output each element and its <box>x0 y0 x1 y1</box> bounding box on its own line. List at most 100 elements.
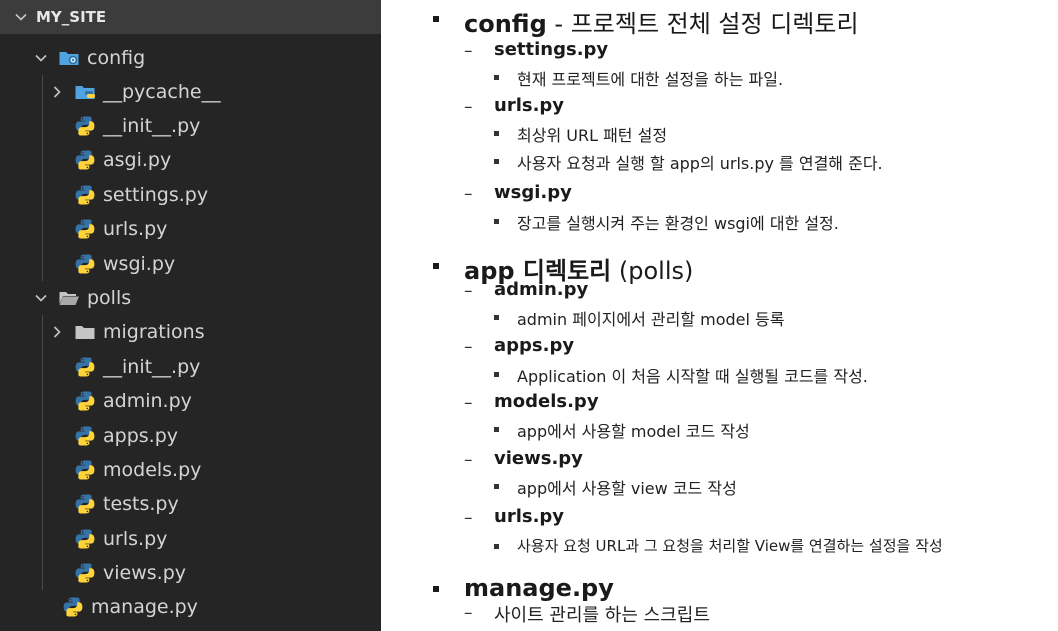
dash: – <box>464 184 473 204</box>
note-item-name: admin.py <box>494 279 589 300</box>
bullet <box>433 16 439 22</box>
python-icon <box>74 528 96 550</box>
folder-config-icon <box>58 47 80 69</box>
chevron-down-icon <box>34 51 48 65</box>
python-icon <box>74 184 96 206</box>
chevron-right-icon <box>50 325 64 339</box>
tree-item-file[interactable]: __init__.py <box>0 350 381 384</box>
note-item-name: wsgi.py <box>494 182 572 203</box>
python-icon <box>74 218 96 240</box>
bullet <box>494 315 499 320</box>
tree-item-label: apps.py <box>103 425 179 447</box>
python-icon <box>74 425 96 447</box>
dash: – <box>464 97 473 117</box>
python-icon <box>62 596 84 618</box>
note-item-name: views.py <box>494 448 583 469</box>
tree-item-label: polls <box>87 287 132 309</box>
chevron-down-icon <box>14 10 28 24</box>
tree-item-label: manage.py <box>91 596 198 618</box>
tree-item-label: models.py <box>103 459 202 481</box>
python-icon <box>74 493 96 515</box>
folder-python-icon <box>74 81 96 103</box>
notes-panel: config - 프로젝트 전체 설정 디렉토리 – settings.py 현… <box>381 0 1058 631</box>
tree-item-file[interactable]: settings.py <box>0 178 381 212</box>
dash: – <box>464 508 473 528</box>
note-item-name: urls.py <box>494 95 565 116</box>
bullet <box>433 263 439 269</box>
bullet <box>494 484 499 489</box>
note-detail-text: 최상위 URL 패턴 설정 <box>517 126 668 145</box>
chevron-right-icon <box>50 85 64 99</box>
tree-item-migrations-folder[interactable]: migrations <box>0 315 381 349</box>
chevron-down-icon <box>34 291 48 305</box>
tree-item-label: settings.py <box>103 184 209 206</box>
folder-icon <box>74 321 96 343</box>
tree-item-label: urls.py <box>103 528 168 550</box>
dash: – <box>464 281 473 301</box>
workspace-title: MY_SITE <box>36 8 107 26</box>
python-icon <box>74 149 96 171</box>
tree-item-file[interactable]: admin.py <box>0 384 381 418</box>
note-item-name: apps.py <box>494 335 575 356</box>
note-detail-text: 사이트 관리를 하는 스크립트 <box>494 605 710 626</box>
note-detail-text: 현재 프로젝트에 대한 설정을 하는 파일. <box>517 70 784 89</box>
note-detail-text: 사용자 요청과 실행 할 app의 urls.py 를 연결해 준다. <box>517 154 883 173</box>
tree-item-label: __pycache__ <box>103 81 221 103</box>
note-detail-text: 사용자 요청 URL과 그 요청을 처리할 View를 연결하는 설정을 작성 <box>517 537 943 555</box>
dash: – <box>464 337 473 357</box>
file-explorer: MY_SITE config __pycache__ __init__.py a… <box>0 0 381 631</box>
note-heading-desc: - 프로젝트 전체 설정 디렉토리 <box>546 10 859 38</box>
note-detail-text: Application 이 처음 시작할 때 실행될 코드를 작성. <box>517 367 868 386</box>
tree-item-file[interactable]: tests.py <box>0 487 381 521</box>
tree-item-label: __init__.py <box>103 115 201 137</box>
python-icon <box>74 115 96 137</box>
note-detail-text: admin 페이지에서 관리할 model 등록 <box>517 310 785 329</box>
tree-item-label: wsgi.py <box>103 253 176 275</box>
tree-item-file[interactable]: wsgi.py <box>0 247 381 281</box>
bullet <box>494 131 499 136</box>
tree-item-label: __init__.py <box>103 356 201 378</box>
note-item-name: settings.py <box>494 39 609 60</box>
note-heading-name: config <box>464 10 547 38</box>
note-detail-text: app에서 사용할 view 코드 작성 <box>517 479 737 498</box>
python-icon <box>74 390 96 412</box>
note-item-name: models.py <box>494 391 599 412</box>
tree-item-file[interactable]: urls.py <box>0 212 381 246</box>
note-item-name: urls.py <box>494 506 565 527</box>
bullet <box>433 586 439 592</box>
dash: – <box>464 393 473 413</box>
python-icon <box>74 459 96 481</box>
explorer-section-header[interactable]: MY_SITE <box>0 0 381 34</box>
tree-item-file[interactable]: __init__.py <box>0 109 381 143</box>
python-icon <box>74 562 96 584</box>
tree-item-label: migrations <box>103 321 205 343</box>
tree-item-file[interactable]: manage.py <box>0 590 381 624</box>
tree-item-file[interactable]: urls.py <box>0 522 381 556</box>
tree-item-label: views.py <box>103 562 186 584</box>
tree-item-label: config <box>87 47 146 69</box>
bullet <box>494 219 499 224</box>
python-icon <box>74 253 96 275</box>
note-detail-text: 장고를 실행시켜 주는 환경인 wsgi에 대한 설정. <box>517 214 839 233</box>
dash: – <box>464 41 473 61</box>
tree-item-label: admin.py <box>103 390 192 412</box>
bullet <box>494 75 499 80</box>
folder-open-icon <box>58 287 80 309</box>
bullet <box>494 372 499 377</box>
tree-item-polls-folder[interactable]: polls <box>0 281 381 315</box>
tree-item-pycache-folder[interactable]: __pycache__ <box>0 75 381 109</box>
dash: – <box>464 450 473 470</box>
tree-item-config-folder[interactable]: config <box>0 41 381 75</box>
tree-item-label: tests.py <box>103 493 179 515</box>
tree-item-file[interactable]: asgi.py <box>0 143 381 177</box>
python-icon <box>74 356 96 378</box>
note-detail-text: app에서 사용할 model 코드 작성 <box>517 422 750 441</box>
tree-item-file[interactable]: apps.py <box>0 419 381 453</box>
tree-item-file[interactable]: models.py <box>0 453 381 487</box>
bullet <box>494 159 499 164</box>
tree-item-file[interactable]: views.py <box>0 556 381 590</box>
dash: – <box>464 603 473 623</box>
tree-item-label: asgi.py <box>103 149 172 171</box>
tree-item-label: urls.py <box>103 218 168 240</box>
note-heading-name: manage.py <box>464 574 614 602</box>
